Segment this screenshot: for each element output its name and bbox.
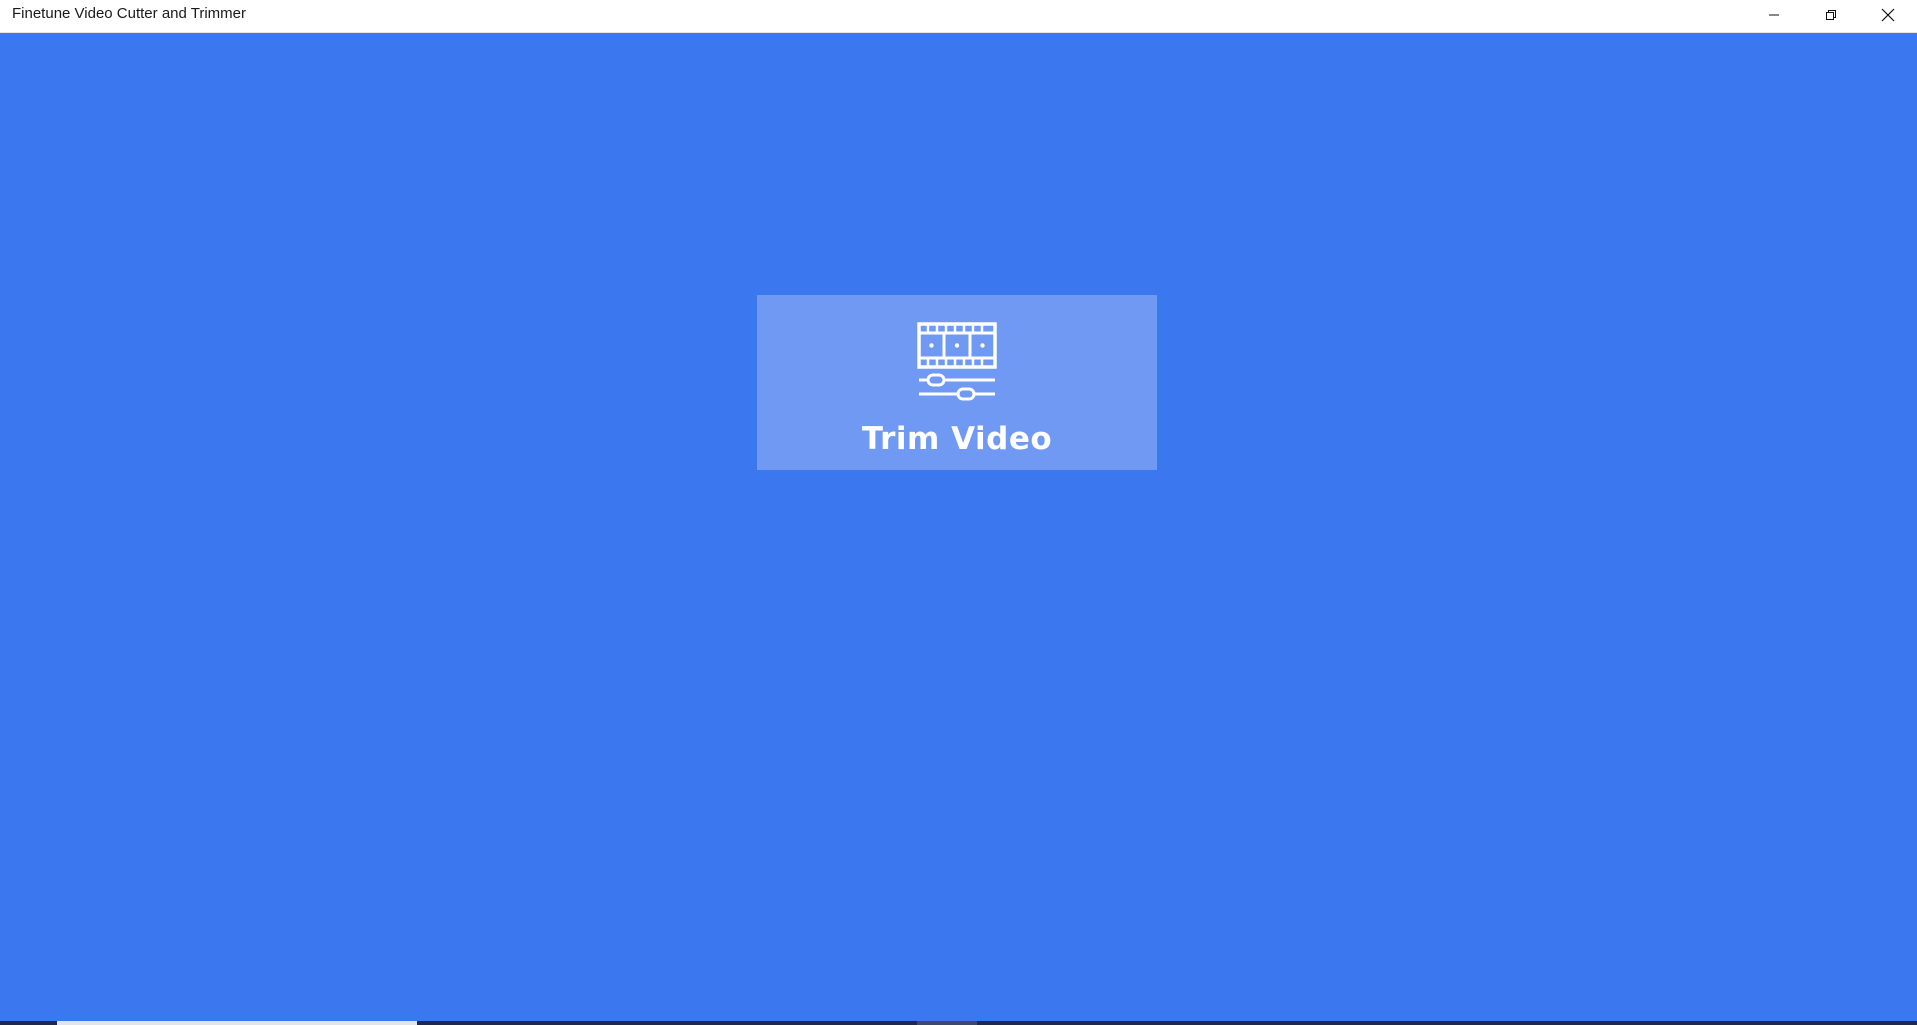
strip-segment — [417, 1021, 1917, 1025]
strip-segment-highlight — [57, 1021, 417, 1025]
strip-segment — [0, 1021, 57, 1025]
restore-icon — [1825, 9, 1837, 21]
minimize-icon — [1768, 9, 1780, 21]
maximize-button[interactable] — [1803, 0, 1859, 30]
app-window: Finetune Video Cutter and Trimmer Trim V… — [0, 0, 1917, 1025]
close-button[interactable] — [1860, 0, 1916, 30]
title-bar[interactable]: Finetune Video Cutter and Trimmer — [0, 0, 1917, 33]
bottom-edge-strip — [0, 1018, 1917, 1025]
strip-segment — [917, 1021, 977, 1025]
film-trim-icon — [917, 322, 997, 402]
main-content: Trim Video — [0, 33, 1917, 1018]
trim-video-label: Trim Video — [861, 421, 1053, 457]
minimize-button[interactable] — [1746, 0, 1802, 30]
window-title: Finetune Video Cutter and Trimmer — [12, 5, 247, 22]
trim-video-button[interactable]: Trim Video — [757, 295, 1157, 470]
close-icon — [1881, 8, 1895, 22]
